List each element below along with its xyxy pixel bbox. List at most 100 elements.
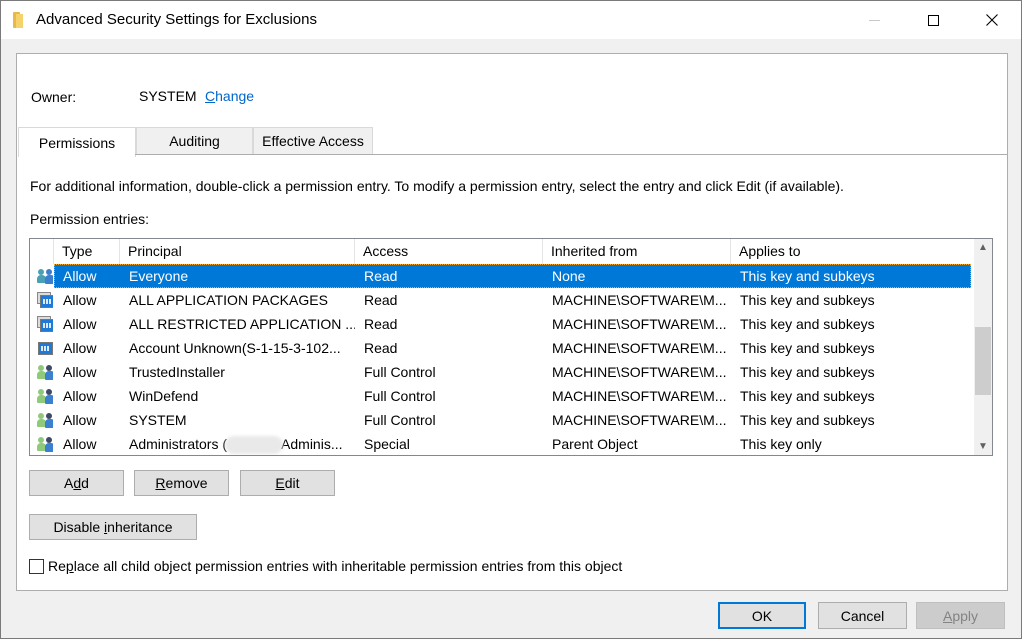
tab-divider [135,154,1007,155]
cell-type: Allow [63,388,97,404]
cell-principal: ALL RESTRICTED APPLICATION ... [129,316,355,332]
column-header-applies-to[interactable]: Applies to [731,239,974,264]
app-single-icon [37,340,53,356]
remove-button[interactable]: Remove [134,470,229,496]
cell-access: Special [364,436,410,452]
cell-type: Allow [63,412,97,428]
scroll-up-button[interactable]: ▲ [974,239,992,256]
checkbox-icon[interactable] [29,558,44,574]
cell-inherited-from: MACHINE\SOFTWARE\M... [552,364,727,380]
apply-button[interactable]: Apply [916,602,1005,629]
close-icon [986,14,998,26]
cell-principal: ALL APPLICATION PACKAGES [129,292,328,308]
cell-inherited-from: MACHINE\SOFTWARE\M... [552,316,727,332]
owner-label: Owner: [31,89,77,105]
scrollbar-thumb[interactable] [975,327,991,395]
vertical-scrollbar[interactable]: ▲ ▼ [974,239,992,455]
column-header-icon[interactable] [30,239,54,264]
users-icon [37,412,53,428]
cell-principal: SYSTEM [129,412,187,428]
users-icon [37,364,53,380]
minimize-button[interactable] [845,1,903,39]
group-icon [37,268,53,284]
replace-child-permissions-checkbox[interactable]: Replace all child object permission entr… [29,558,622,574]
cell-type: Allow [63,268,97,284]
column-header-type[interactable]: Type [54,239,120,264]
close-button[interactable] [963,1,1021,39]
permission-entries-label: Permission entries: [30,211,150,227]
cell-inherited-from: MACHINE\SOFTWARE\M... [552,292,727,308]
cell-principal: Everyone [129,268,189,284]
cell-type: Allow [63,364,97,380]
list-header: Type Principal Access Inherited from App… [30,239,974,264]
ok-button[interactable]: OK [718,602,806,629]
table-row[interactable]: Allow ALL RESTRICTED APPLICATION ... Rea… [30,312,974,336]
tab-permissions[interactable]: Permissions [18,127,136,157]
column-header-access[interactable]: Access [355,239,543,264]
cancel-button[interactable]: Cancel [818,602,907,629]
app-packages-icon [37,292,53,308]
cell-applies-to: This key and subkeys [740,340,875,356]
cell-inherited-from: MACHINE\SOFTWARE\M... [552,388,727,404]
cell-applies-to: This key and subkeys [740,316,875,332]
cell-access: Full Control [364,412,436,428]
cell-inherited-from: MACHINE\SOFTWARE\M... [552,412,727,428]
cell-principal: WinDefend [129,388,199,404]
change-owner-link[interactable]: Change [205,88,254,104]
tab-auditing[interactable]: Auditing [136,127,253,155]
table-row[interactable]: Allow Administrators (Adminis... Special… [30,432,974,455]
minimize-icon [868,19,880,21]
cell-applies-to: This key and subkeys [740,292,875,308]
cell-applies-to: This key and subkeys [740,268,875,284]
table-row[interactable]: Allow Everyone Read None This key and su… [30,264,974,288]
users-icon [37,436,53,452]
cell-access: Read [364,316,398,332]
permission-entries-list[interactable]: Type Principal Access Inherited from App… [29,238,993,456]
column-header-principal[interactable]: Principal [120,239,355,264]
cell-access: Full Control [364,364,436,380]
add-button[interactable]: Add [29,470,124,496]
chevron-down-icon: ▼ [978,441,988,452]
column-header-inherited-from[interactable]: Inherited from [543,239,731,264]
disable-inheritance-button[interactable]: Disable i nheritance [29,514,197,540]
info-text: For additional information, double-click… [30,178,844,194]
main-panel: Owner: SYSTEM Change Auditing Effective … [16,53,1008,591]
cell-inherited-from: None [552,268,586,284]
cell-applies-to: This key and subkeys [740,364,875,380]
replace-child-permissions-label: Replace all child object permission entr… [48,558,623,574]
cell-applies-to: This key and subkeys [740,388,875,404]
users-icon [37,388,53,404]
advanced-security-settings-window: Advanced Security Settings for Exclusion… [0,0,1022,639]
cell-inherited-from: MACHINE\SOFTWARE\M... [552,340,727,356]
table-row[interactable]: Allow TrustedInstaller Full Control MACH… [30,360,974,384]
cell-type: Allow [63,436,97,452]
cell-type: Allow [63,316,97,332]
table-row[interactable]: Allow SYSTEM Full Control MACHINE\SOFTWA… [30,408,974,432]
cell-access: Full Control [364,388,436,404]
cell-inherited-from: Parent Object [552,436,638,452]
edit-button[interactable]: Edit [240,470,335,496]
cell-access: Read [364,340,398,356]
title-bar: Advanced Security Settings for Exclusion… [1,1,1021,39]
table-row[interactable]: Allow Account Unknown(S-1-15-3-102... Re… [30,336,974,360]
cell-principal: TrustedInstaller [129,364,225,380]
cell-applies-to: This key and subkeys [740,412,875,428]
maximize-button[interactable] [904,1,962,39]
table-row[interactable]: Allow WinDefend Full Control MACHINE\SOF… [30,384,974,408]
cell-access: Read [364,268,398,284]
cell-principal: Account Unknown(S-1-15-3-102... [129,340,341,356]
scroll-down-button[interactable]: ▼ [974,438,992,455]
folder-icon [13,12,25,28]
chevron-up-icon: ▲ [978,242,988,253]
redacted-region [225,436,284,455]
maximize-icon [927,14,939,26]
cell-access: Read [364,292,398,308]
owner-value: SYSTEM [139,88,197,104]
tab-effective-access[interactable]: Effective Access [253,127,373,155]
cell-applies-to: This key only [740,436,822,452]
cell-type: Allow [63,292,97,308]
table-row[interactable]: Allow ALL APPLICATION PACKAGES Read MACH… [30,288,974,312]
cell-type: Allow [63,340,97,356]
cell-principal: Administrators (Adminis... [120,432,355,455]
app-packages-icon [37,316,53,332]
